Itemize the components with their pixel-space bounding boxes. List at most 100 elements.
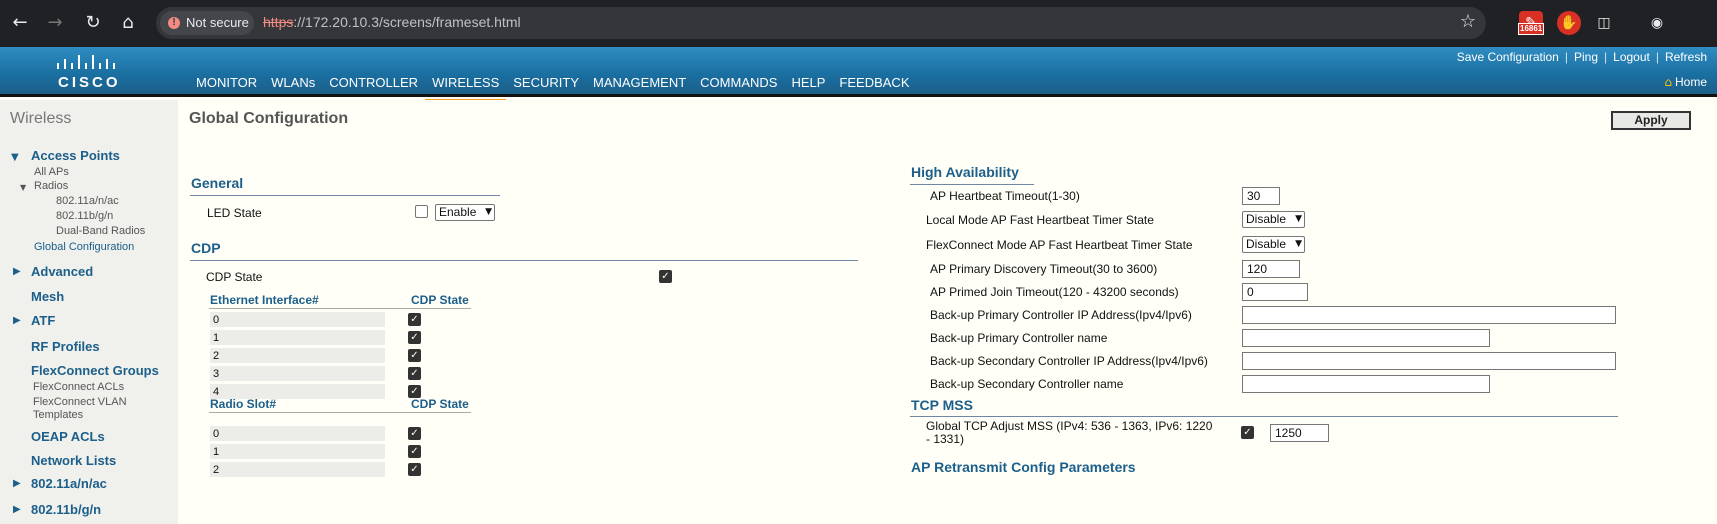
cdp-heading: CDP bbox=[191, 240, 221, 256]
reload-icon[interactable]: ↻ bbox=[82, 12, 104, 34]
sidebar-item-templates[interactable]: Templates bbox=[33, 409, 83, 421]
expanded-triangle-icon[interactable]: ▼ bbox=[20, 183, 26, 192]
row-number: 3 bbox=[213, 368, 220, 380]
apply-button[interactable]: Apply bbox=[1611, 111, 1691, 130]
expanded-triangle-icon[interactable]: ▼ bbox=[11, 152, 19, 163]
save-configuration-link[interactable]: Save Configuration bbox=[1457, 50, 1559, 64]
led-state-select[interactable]: Enable ▼ bbox=[435, 204, 495, 221]
sidebar-item-80211bgn-section[interactable]: 802.11b/g/n bbox=[31, 502, 101, 517]
ha-label: AP Heartbeat Timeout(1-30) bbox=[930, 189, 1080, 203]
collapsed-triangle-icon[interactable]: ▶ bbox=[13, 504, 21, 515]
sidebar-item-80211anac-section[interactable]: 802.11a/n/ac bbox=[31, 476, 107, 491]
table-row bbox=[210, 444, 385, 459]
table-header-divider bbox=[209, 308, 471, 309]
sidebar-item-global-configuration[interactable]: Global Configuration bbox=[34, 241, 134, 253]
ping-link[interactable]: Ping bbox=[1574, 50, 1598, 64]
ap-retransmit-heading: AP Retransmit Config Parameters bbox=[911, 459, 1136, 475]
cdp-row-checkbox[interactable]: ✓ bbox=[408, 427, 421, 440]
sidebar-item-advanced[interactable]: Advanced bbox=[31, 264, 93, 279]
back-icon[interactable]: ← bbox=[9, 12, 31, 34]
chevron-down-icon: ▼ bbox=[485, 207, 492, 217]
collapsed-triangle-icon[interactable]: ▶ bbox=[13, 266, 21, 277]
refresh-link[interactable]: Refresh bbox=[1665, 50, 1707, 64]
ha-input[interactable] bbox=[1242, 329, 1490, 347]
nav-feedback[interactable]: FEEDBACK bbox=[832, 75, 916, 97]
cdp-row-checkbox[interactable]: ✓ bbox=[408, 349, 421, 362]
forward-icon[interactable]: → bbox=[44, 12, 66, 34]
radio-slot-header: Radio Slot# bbox=[210, 397, 277, 411]
stop-hand-extension-icon[interactable]: ✋ bbox=[1557, 11, 1581, 35]
profile-icon[interactable]: ◉ bbox=[1645, 11, 1669, 35]
cdp-state-checkbox[interactable]: ✓ bbox=[659, 270, 672, 283]
sidebar-item-flexconnect-acls[interactable]: FlexConnect ACLs bbox=[33, 381, 124, 393]
high-availability-heading: High Availability bbox=[911, 164, 1019, 180]
cdp-row-checkbox[interactable]: ✓ bbox=[408, 463, 421, 476]
cisco-logo-text: CISCO bbox=[58, 74, 121, 91]
row-number: 2 bbox=[213, 464, 220, 476]
sidebar-item-80211anac[interactable]: 802.11a/n/ac bbox=[56, 195, 119, 207]
sidebar-item-dual-band-radios[interactable]: Dual-Band Radios bbox=[56, 225, 145, 237]
ha-label: Back-up Secondary Controller name bbox=[930, 377, 1124, 391]
url-text[interactable]: https://172.20.10.3/screens/frameset.htm… bbox=[263, 14, 521, 30]
nav-monitor[interactable]: MONITOR bbox=[189, 75, 264, 97]
row-number: 2 bbox=[213, 350, 220, 362]
not-secure-chip[interactable]: ! Not secure bbox=[160, 11, 254, 35]
sidebar-item-flexconnect-groups[interactable]: FlexConnect Groups bbox=[31, 363, 159, 378]
section-divider bbox=[910, 184, 1034, 185]
sidebar-item-oeap-acls[interactable]: OEAP ACLs bbox=[31, 429, 105, 444]
extension-badge: 16861 bbox=[1518, 23, 1545, 35]
sidebar-item-all-aps[interactable]: All APs bbox=[34, 166, 69, 178]
logout-link[interactable]: Logout bbox=[1613, 50, 1650, 64]
puzzle-extensions-icon[interactable]: ◫ bbox=[1592, 11, 1616, 35]
ha-input[interactable]: 120 bbox=[1242, 260, 1300, 278]
row-number: 1 bbox=[213, 446, 220, 458]
nav-help[interactable]: HELP bbox=[784, 75, 832, 97]
chevron-down-icon: ▼ bbox=[1295, 214, 1302, 224]
sidebar-item-rf-profiles[interactable]: RF Profiles bbox=[31, 339, 100, 354]
ha-select[interactable]: Disable ▼ bbox=[1242, 211, 1305, 228]
row-number: 0 bbox=[213, 314, 220, 326]
led-state-checkbox[interactable] bbox=[415, 205, 428, 218]
cdp-state-header: CDP State bbox=[411, 293, 469, 307]
section-divider bbox=[190, 260, 858, 261]
ha-label: AP Primed Join Timeout(120 - 43200 secon… bbox=[930, 285, 1179, 299]
extension-icon[interactable]: ✎16861 bbox=[1518, 11, 1545, 35]
cdp-row-checkbox[interactable]: ✓ bbox=[408, 331, 421, 344]
global-tcp-adjust-mss-label: Global TCP Adjust MSS (IPv4: 536 - 1363,… bbox=[926, 419, 1213, 446]
section-divider bbox=[190, 195, 500, 196]
cdp-row-checkbox[interactable]: ✓ bbox=[408, 367, 421, 380]
bookmark-star-icon[interactable]: ☆ bbox=[1460, 11, 1476, 32]
cdp-row-checkbox[interactable]: ✓ bbox=[408, 313, 421, 326]
sidebar-item-radios[interactable]: Radios bbox=[34, 180, 68, 192]
nav-security[interactable]: SECURITY bbox=[506, 75, 586, 97]
cdp-row-checkbox[interactable]: ✓ bbox=[408, 445, 421, 458]
home-link[interactable]: ⌂ Home bbox=[1664, 75, 1707, 89]
row-number: 0 bbox=[213, 428, 220, 440]
sidebar-item-mesh[interactable]: Mesh bbox=[31, 289, 64, 304]
sidebar-item-network-lists[interactable]: Network Lists bbox=[31, 453, 116, 468]
ha-input[interactable] bbox=[1242, 352, 1616, 370]
nav-management[interactable]: MANAGEMENT bbox=[586, 75, 693, 97]
ha-input[interactable] bbox=[1242, 306, 1616, 324]
nav-commands[interactable]: COMMANDS bbox=[693, 75, 784, 97]
ha-label: Back-up Primary Controller IP Address(Ip… bbox=[930, 308, 1192, 322]
collapsed-triangle-icon[interactable]: ▶ bbox=[13, 478, 21, 489]
address-bar[interactable]: ! Not secure https://172.20.10.3/screens… bbox=[156, 7, 1486, 39]
nav-wireless[interactable]: WIRELESS bbox=[425, 75, 507, 103]
tcp-mss-heading: TCP MSS bbox=[911, 397, 973, 413]
tcp-mss-checkbox[interactable]: ✓ bbox=[1241, 426, 1254, 439]
house-icon: ⌂ bbox=[1664, 75, 1672, 89]
sidebar-item-80211bgn[interactable]: 802.11b/g/n bbox=[56, 210, 113, 222]
tcp-mss-input[interactable]: 1250 bbox=[1270, 424, 1329, 442]
ha-input[interactable]: 0 bbox=[1242, 283, 1308, 301]
home-icon[interactable]: ⌂ bbox=[117, 12, 139, 34]
ha-input[interactable] bbox=[1242, 375, 1490, 393]
sidebar-item-atf[interactable]: ATF bbox=[31, 313, 55, 328]
ha-select[interactable]: Disable ▼ bbox=[1242, 236, 1305, 253]
sidebar-item-access-points[interactable]: Access Points bbox=[31, 148, 120, 163]
ha-input[interactable]: 30 bbox=[1242, 187, 1280, 205]
nav-controller[interactable]: CONTROLLER bbox=[322, 75, 425, 97]
sidebar-item-flexconnect-vlan[interactable]: FlexConnect VLAN bbox=[33, 396, 127, 408]
collapsed-triangle-icon[interactable]: ▶ bbox=[13, 315, 21, 326]
nav-wlans[interactable]: WLANs bbox=[264, 75, 322, 97]
